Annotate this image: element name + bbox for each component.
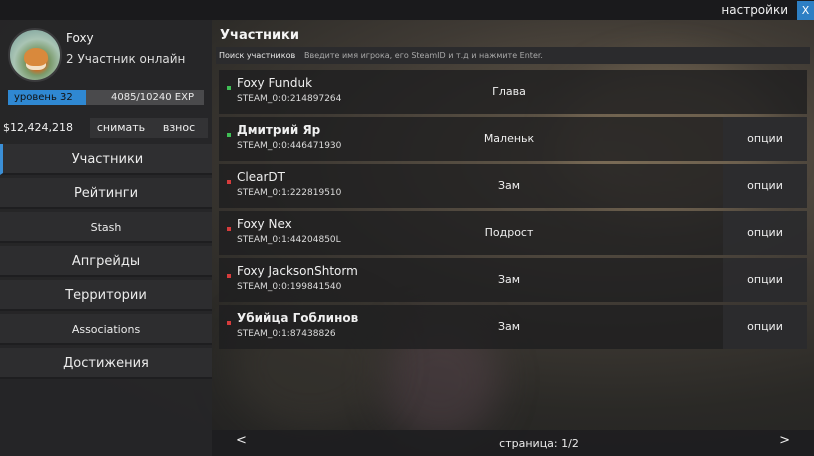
bank-balance: $12,424,218 xyxy=(3,121,73,134)
search-label: Поиск участников xyxy=(219,51,296,60)
member-steam-id: STEAM_0:0:214897264 xyxy=(237,94,342,104)
member-options-button[interactable]: опции xyxy=(723,305,807,349)
offline-status-icon xyxy=(227,180,231,184)
member-rank: Подрост xyxy=(484,226,534,239)
exp-label: 4085/10240 EXP xyxy=(110,92,194,103)
nav-item-associations[interactable]: Associations xyxy=(0,314,212,345)
level-label: уровень 32 xyxy=(14,92,73,103)
online-status-icon xyxy=(227,133,231,137)
close-button[interactable]: X xyxy=(797,1,814,20)
nav-item-achievements[interactable]: Достижения xyxy=(0,348,212,379)
member-rank: Зам xyxy=(497,273,521,286)
member-steam-id: STEAM_0:0:446471930 xyxy=(237,141,342,151)
member-rank: Маленьк xyxy=(483,132,535,145)
nav-item-stash[interactable]: Stash xyxy=(0,212,212,243)
member-options-button[interactable]: опции xyxy=(723,211,807,255)
fox-icon xyxy=(24,48,48,66)
members-online-count: 2 Участник онлайн xyxy=(66,52,186,66)
nav-item-ratings[interactable]: Рейтинги xyxy=(0,178,212,209)
offline-status-icon xyxy=(227,274,231,278)
settings-button[interactable]: настройки xyxy=(715,2,794,19)
member-name: Foxy Nex xyxy=(237,217,292,231)
sidebar: Foxy 2 Участник онлайн уровень 32 4085/1… xyxy=(0,20,212,456)
member-row: Foxy Nex STEAM_0:1:44204850L Подрост опц… xyxy=(219,211,807,255)
withdraw-button[interactable]: снимать xyxy=(90,118,152,138)
online-status-icon xyxy=(227,86,231,90)
member-row: Убийца Гоблинов STEAM_0:1:87438826 Зам о… xyxy=(219,305,807,349)
member-row: ClearDT STEAM_0:1:222819510 Зам опции xyxy=(219,164,807,208)
page-title: Участники xyxy=(220,28,299,43)
member-steam-id: STEAM_0:0:199841540 xyxy=(237,282,342,292)
bank-row: $12,424,218 снимать взнос xyxy=(0,116,212,140)
offline-status-icon xyxy=(227,321,231,325)
pagination: < страница: 1/2 > xyxy=(212,430,814,456)
gang-profile: Foxy 2 Участник онлайн уровень 32 4085/1… xyxy=(0,20,212,112)
gang-avatar xyxy=(8,28,62,82)
member-name: Убийца Гоблинов xyxy=(237,311,359,325)
member-rank: Зам xyxy=(497,320,521,333)
member-name: Foxy Funduk xyxy=(237,76,313,90)
members-panel: Участники Поиск участников Foxy Funduk S… xyxy=(212,20,814,456)
page-indicator: страница: 1/2 xyxy=(499,437,579,450)
member-row: Foxy Funduk STEAM_0:0:214897264 Глава xyxy=(219,70,807,114)
member-search: Поиск участников xyxy=(216,47,810,64)
next-page-button[interactable]: > xyxy=(779,433,790,448)
member-name: Дмитрий Яр xyxy=(237,123,321,137)
top-bar: настройки X xyxy=(0,0,814,20)
nav-item-members[interactable]: Участники xyxy=(0,144,212,175)
member-rank: Глава xyxy=(492,85,526,98)
level-progress-bar: уровень 32 4085/10240 EXP xyxy=(8,90,204,105)
member-rank: Зам xyxy=(497,179,521,192)
deposit-button[interactable]: взнос xyxy=(150,118,208,138)
member-name: ClearDT xyxy=(237,170,285,184)
member-name: Foxy JacksonShtorm xyxy=(237,264,358,278)
member-options-button[interactable]: опции xyxy=(723,164,807,208)
member-row: Дмитрий Яр STEAM_0:0:446471930 Маленьк о… xyxy=(219,117,807,161)
gang-name: Foxy xyxy=(66,31,94,45)
member-options-button[interactable]: опции xyxy=(723,258,807,302)
search-input[interactable] xyxy=(304,48,804,63)
member-steam-id: STEAM_0:1:44204850L xyxy=(237,235,341,245)
offline-status-icon xyxy=(227,227,231,231)
member-steam-id: STEAM_0:1:87438826 xyxy=(237,329,336,339)
member-steam-id: STEAM_0:1:222819510 xyxy=(237,188,342,198)
member-row: Foxy JacksonShtorm STEAM_0:0:199841540 З… xyxy=(219,258,807,302)
nav-item-territories[interactable]: Территории xyxy=(0,280,212,311)
member-options-button[interactable]: опции xyxy=(723,117,807,161)
nav-item-upgrades[interactable]: Апгрейды xyxy=(0,246,212,277)
